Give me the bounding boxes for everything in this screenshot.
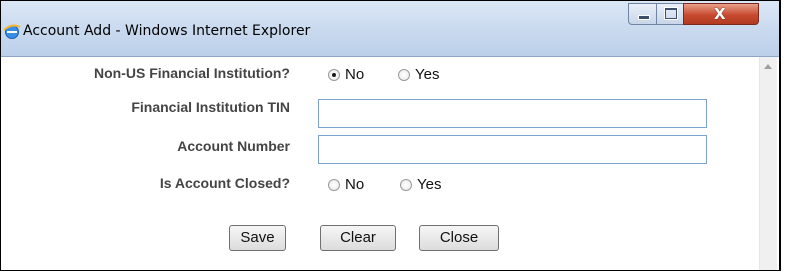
is-account-closed-label: Is Account Closed? [159, 175, 290, 191]
account-number-label: Account Number [177, 138, 290, 154]
clear-button[interactable]: Clear [320, 225, 396, 251]
title-bar[interactable]: Account Add - Windows Internet Explorer … [1, 1, 779, 57]
fi-tin-label: Financial Institution TIN [131, 99, 290, 115]
account-closed-yes-option[interactable]: Yes [400, 176, 441, 193]
dialog-content: Non-US Financial Institution? No Yes Fin… [1, 57, 777, 270]
account-closed-no-radio[interactable] [328, 178, 340, 191]
minimize-button[interactable] [628, 3, 657, 25]
close-icon: X [714, 5, 726, 23]
window-title: Account Add - Windows Internet Explorer [23, 23, 311, 39]
minimize-icon [638, 15, 650, 20]
fi-tin-input[interactable] [318, 99, 707, 128]
close-window-button[interactable]: X [683, 3, 759, 25]
account-number-input[interactable] [318, 135, 707, 164]
non-us-fi-yes-option[interactable]: Yes [398, 66, 439, 83]
non-us-fi-yes-label: Yes [415, 66, 440, 83]
non-us-fi-no-radio[interactable] [328, 68, 340, 81]
non-us-fi-label: Non-US Financial Institution? [94, 65, 290, 81]
non-us-fi-yes-radio[interactable] [398, 68, 410, 81]
scroll-up-icon[interactable] [764, 64, 772, 69]
maximize-button[interactable] [656, 3, 684, 25]
non-us-fi-no-label: No [345, 66, 365, 83]
maximize-icon [664, 7, 678, 20]
internet-explorer-icon [3, 24, 21, 39]
non-us-fi-no-option[interactable]: No [328, 66, 364, 83]
vertical-scrollbar[interactable] [759, 57, 777, 270]
save-button[interactable]: Save [229, 225, 286, 251]
close-button[interactable]: Close [419, 225, 499, 251]
account-closed-yes-radio[interactable] [400, 178, 412, 191]
account-closed-no-option[interactable]: No [328, 176, 364, 193]
account-closed-no-label: No [345, 176, 365, 193]
account-closed-yes-label: Yes [417, 176, 442, 193]
